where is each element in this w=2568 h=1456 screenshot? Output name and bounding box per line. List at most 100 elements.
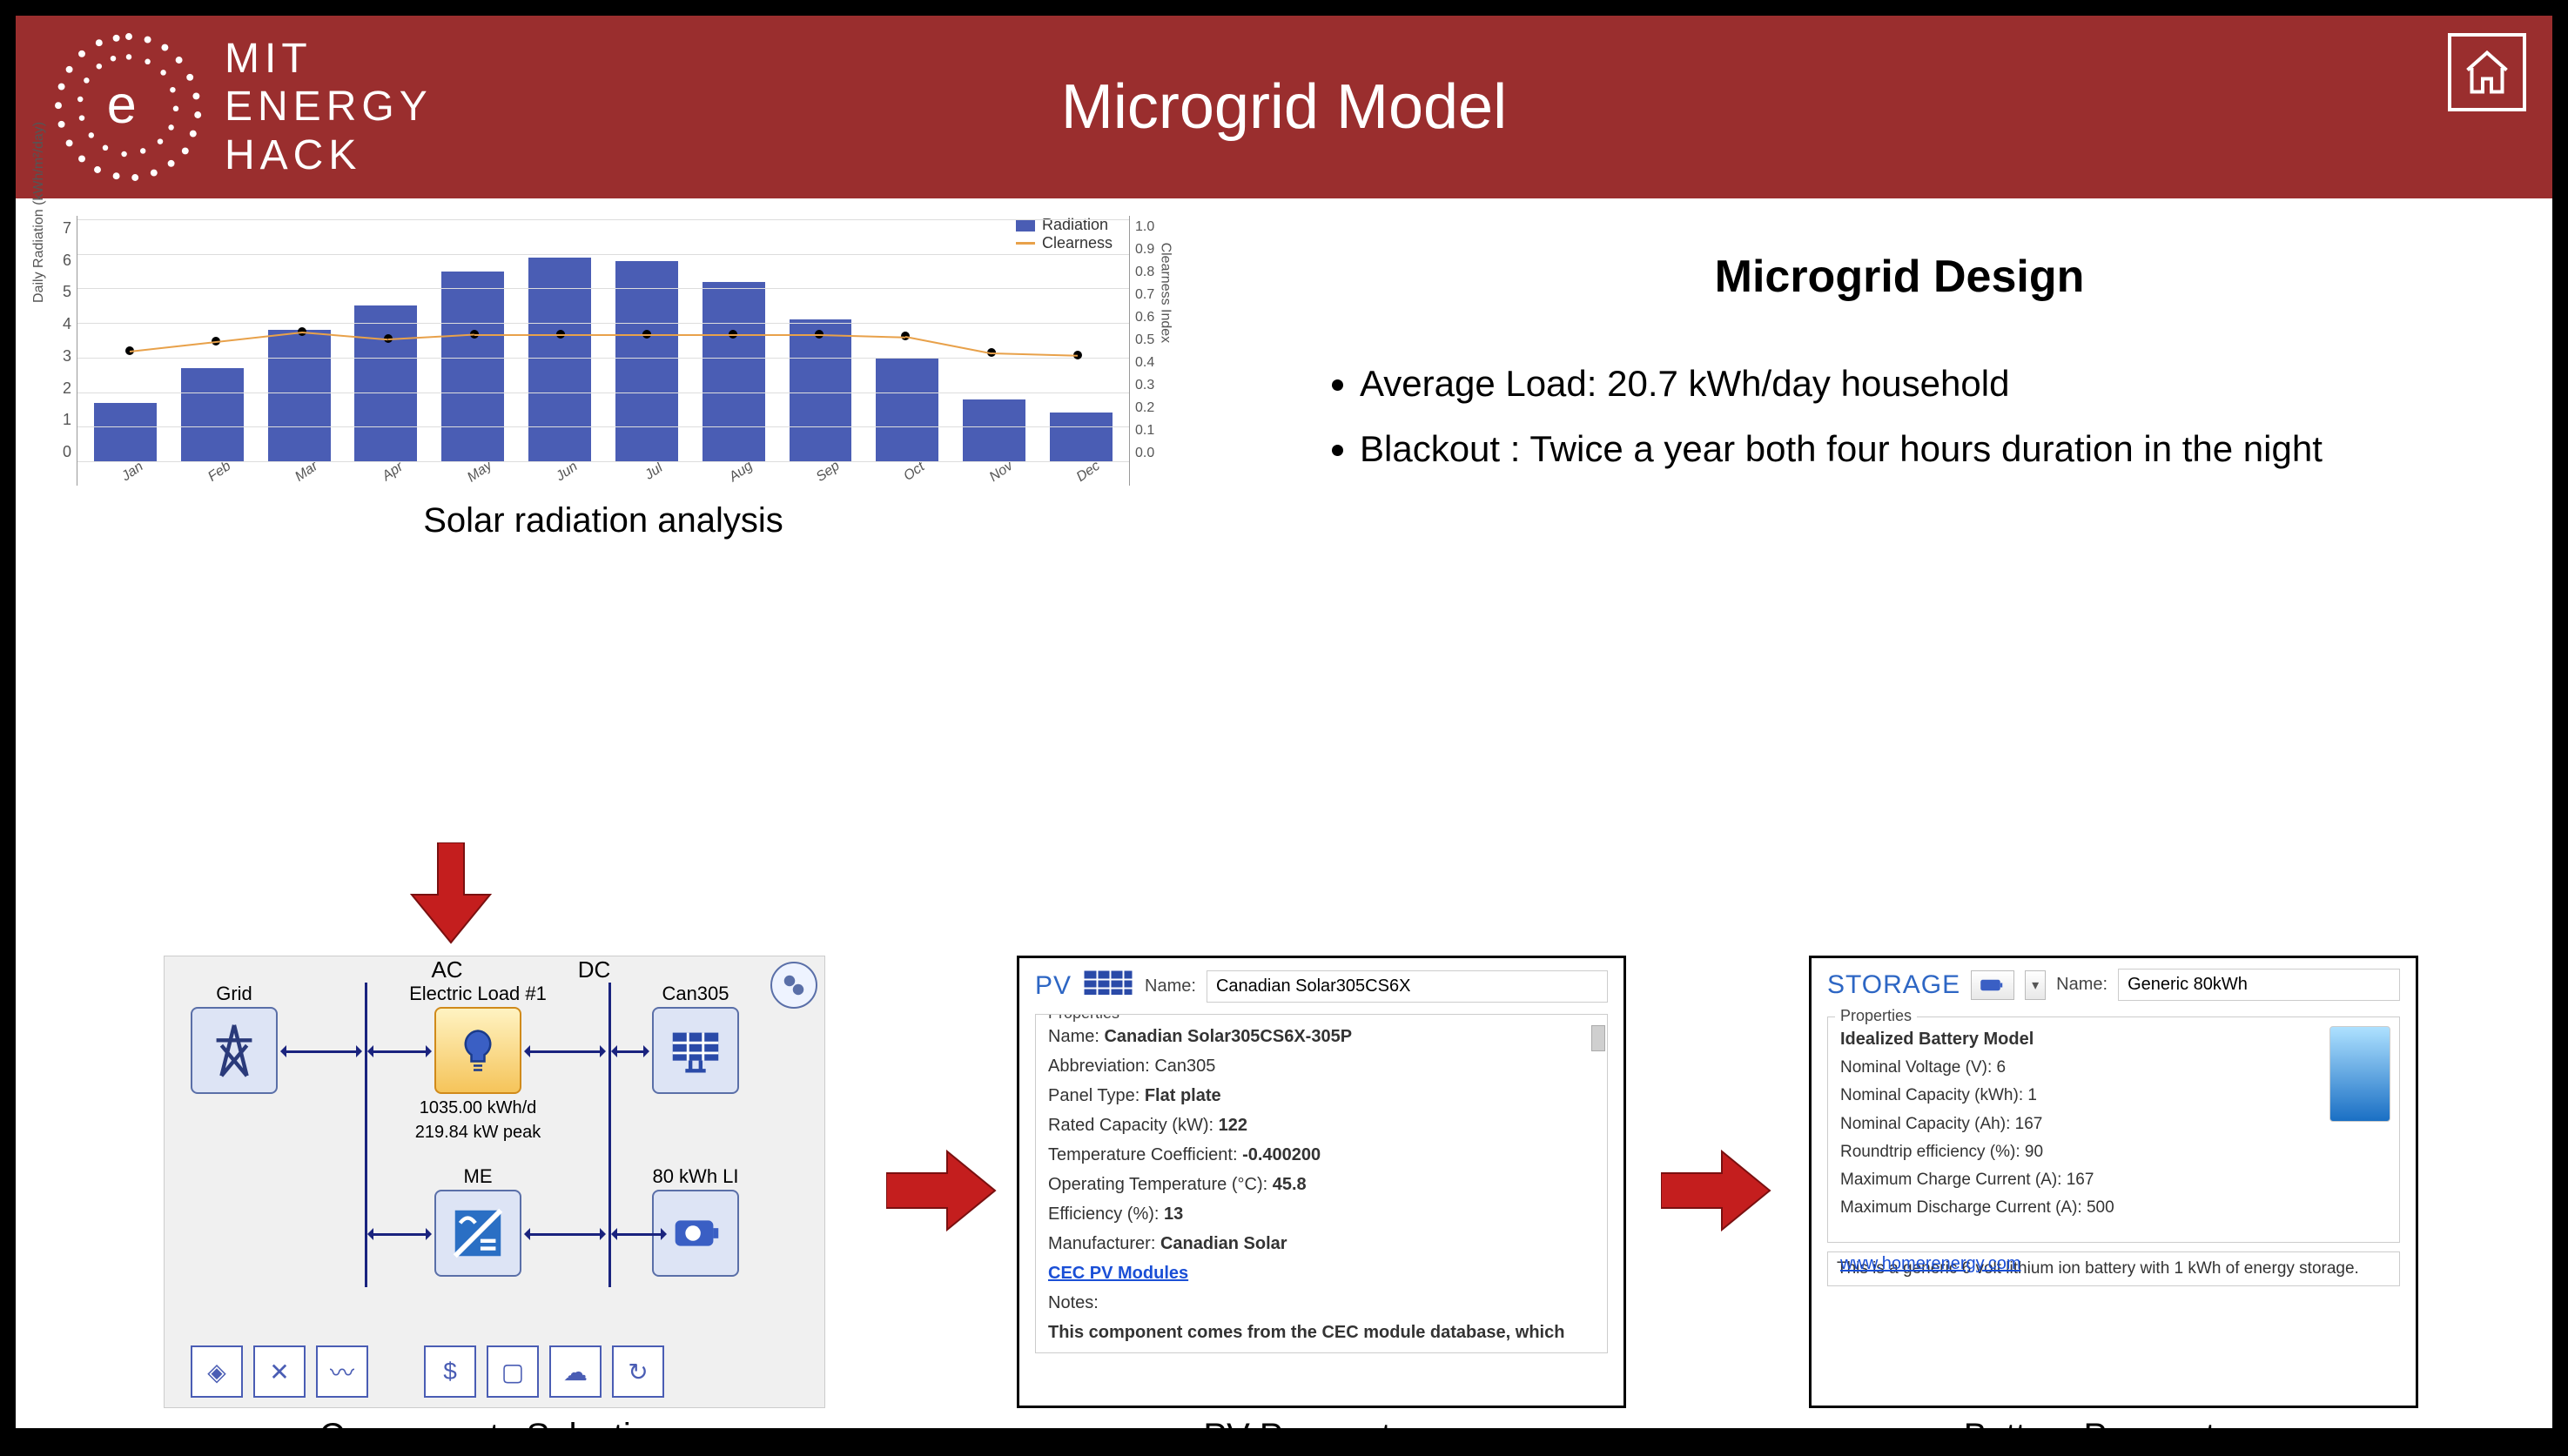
toolbar-button[interactable]: 〰: [316, 1345, 368, 1398]
bulb-icon: [452, 1024, 504, 1077]
scrollbar-thumb[interactable]: [1591, 1025, 1605, 1051]
st-max-discharge: 500: [2087, 1198, 2114, 1217]
converter-icon: [447, 1203, 508, 1264]
toolbar-button[interactable]: ↻: [612, 1345, 664, 1398]
svg-text:e: e: [107, 75, 137, 134]
bar-Sep: [790, 319, 852, 461]
connector: [617, 1050, 643, 1053]
battery-image-icon: [2329, 1026, 2390, 1122]
pv-panel-type: Flat plate: [1145, 1086, 1221, 1105]
storage-name-input[interactable]: [2118, 969, 2400, 1001]
toolbar-button[interactable]: ☁: [549, 1345, 602, 1398]
storage-heading: STORAGE: [1827, 970, 1960, 1000]
pv-notes-text: This component comes from the CEC module…: [1048, 1323, 1564, 1353]
storage-dropdown-button[interactable]: ▾: [2025, 970, 2046, 1000]
st-nominal-voltage: 6: [1997, 1058, 2007, 1077]
pv-tempcoef: -0.400200: [1242, 1145, 1321, 1164]
st-nominal-cap-ah: 167: [2015, 1115, 2043, 1133]
y-left-axis-label: Daily Radiation (kWh/m²/day): [31, 121, 47, 302]
components-panel: AC DC Grid Electric Load #1 1035.00 kWh/…: [164, 956, 825, 1408]
pv-caption: PV Parameters: [1017, 1417, 1626, 1456]
pv-name-value: Canadian Solar305CS6X-305P: [1104, 1027, 1352, 1046]
pv-manufacturer: Canadian Solar: [1160, 1234, 1287, 1253]
load-node[interactable]: [434, 1007, 521, 1094]
storage-caption: Battery Parameters: [1809, 1417, 2418, 1456]
ac-bus-line: [365, 983, 367, 1287]
plot-area: JanFebMarAprMayJunJulAugSepOctNovDec: [77, 216, 1130, 486]
y-right-axis-label: Clearness Index: [1158, 242, 1173, 343]
connector: [530, 1233, 600, 1236]
clearness-line: [561, 334, 647, 336]
design-item: Average Load: 20.7 kWh/day household: [1360, 355, 2491, 412]
load-kwh: 1035.00 kWh/d: [391, 1097, 565, 1118]
connector: [617, 1233, 661, 1236]
slide-title: Microgrid Model: [1061, 71, 1507, 143]
toolbar-button[interactable]: $: [424, 1345, 476, 1398]
storage-properties-box: Properties Idealized Battery Model Nomin…: [1827, 1017, 2400, 1243]
connector: [286, 1050, 356, 1053]
chart-caption: Solar radiation analysis: [42, 501, 1165, 540]
bar-Jul: [615, 261, 678, 461]
solar-panel-icon: [1082, 969, 1134, 1003]
pv-optemp: 45.8: [1273, 1175, 1307, 1194]
pv-heading: PV: [1035, 971, 1072, 1001]
storage-type-button[interactable]: [1971, 970, 2014, 1000]
storage-model: Idealized Battery Model: [1840, 1030, 2034, 1049]
pv-abbr-value: Can305: [1154, 1057, 1215, 1076]
dc-bus-label: DC: [521, 956, 668, 983]
bar-May: [441, 272, 504, 461]
slide: e MIT ENERGY HACK Microgrid Model Daily …: [0, 0, 2568, 1444]
components-caption: Components Selection: [164, 1417, 825, 1456]
st-roundtrip-eff: 90: [2025, 1143, 2043, 1161]
ac-bus-label: AC: [373, 956, 521, 983]
components-toolbar: ◈ ✕ 〰 $ ▢ ☁ ↻: [165, 1341, 824, 1402]
cec-pv-link[interactable]: CEC PV Modules: [1048, 1264, 1188, 1283]
storage-parameters-panel: STORAGE ▾ Name: Properties Idealized Bat…: [1809, 956, 2418, 1408]
props-legend: Properties: [1043, 1014, 1125, 1023]
pv-name-label: Name:: [1145, 976, 1196, 996]
design-item: Blackout : Twice a year both four hours …: [1360, 420, 2491, 477]
toolbar-button[interactable]: ▢: [487, 1345, 539, 1398]
dc-bus-line: [608, 983, 611, 1287]
toolbar-button[interactable]: ◈: [191, 1345, 243, 1398]
home-icon: [2461, 46, 2513, 98]
homer-link[interactable]: www.homerenergy.com: [1840, 1254, 2020, 1273]
clearness-line: [733, 334, 819, 336]
connector: [530, 1050, 600, 1053]
pv-name-input[interactable]: [1207, 970, 1608, 1003]
arrow-down-icon: [407, 842, 494, 947]
pv-efficiency: 13: [1164, 1204, 1183, 1224]
props-legend: Properties: [1835, 1007, 1917, 1025]
load-label: Electric Load #1: [391, 983, 565, 1005]
pv-capacity: 122: [1219, 1116, 1247, 1135]
battery-icon: [1980, 976, 2006, 994]
bar-Mar: [268, 330, 331, 461]
arrow-right-icon: [1661, 1147, 1774, 1234]
header-bar: e MIT ENERGY HACK Microgrid Model: [16, 16, 2552, 198]
pv-node[interactable]: [652, 1007, 739, 1094]
logo: e MIT ENERGY HACK: [50, 29, 433, 185]
clearness-line: [647, 334, 733, 336]
arrow-right-icon: [886, 1147, 999, 1234]
logo-line-3: HACK: [225, 131, 433, 179]
pv-properties-box: Properties Name: Canadian Solar305CS6X-3…: [1035, 1014, 1608, 1353]
design-block: Microgrid Design Average Load: 20.7 kWh/…: [1308, 251, 2491, 486]
converter-node[interactable]: [434, 1190, 521, 1277]
content-area: Daily Radiation (kWh/m²/day) Clearness I…: [16, 198, 2552, 1428]
bar-Aug: [703, 282, 765, 462]
solar-panel-icon: [665, 1020, 726, 1081]
toolbar-button[interactable]: ✕: [253, 1345, 306, 1398]
solar-radiation-chart: Daily Radiation (kWh/m²/day) Clearness I…: [42, 216, 1165, 538]
connector: [373, 1050, 426, 1053]
grid-tower-icon: [204, 1020, 265, 1081]
grid-node[interactable]: [191, 1007, 278, 1094]
battery-label: 80 kWh LI: [635, 1165, 756, 1188]
logo-text: MIT ENERGY HACK: [225, 35, 433, 179]
grid-label: Grid: [191, 983, 278, 1005]
battery-icon: [665, 1203, 726, 1264]
pv-label: Can305: [652, 983, 739, 1005]
pv-parameters-panel: PV Name: Properties Name: Canadian Solar…: [1017, 956, 1626, 1408]
home-button[interactable]: [2448, 33, 2526, 111]
storage-name-label: Name:: [2056, 975, 2108, 995]
logo-dots-icon: e: [50, 29, 207, 185]
